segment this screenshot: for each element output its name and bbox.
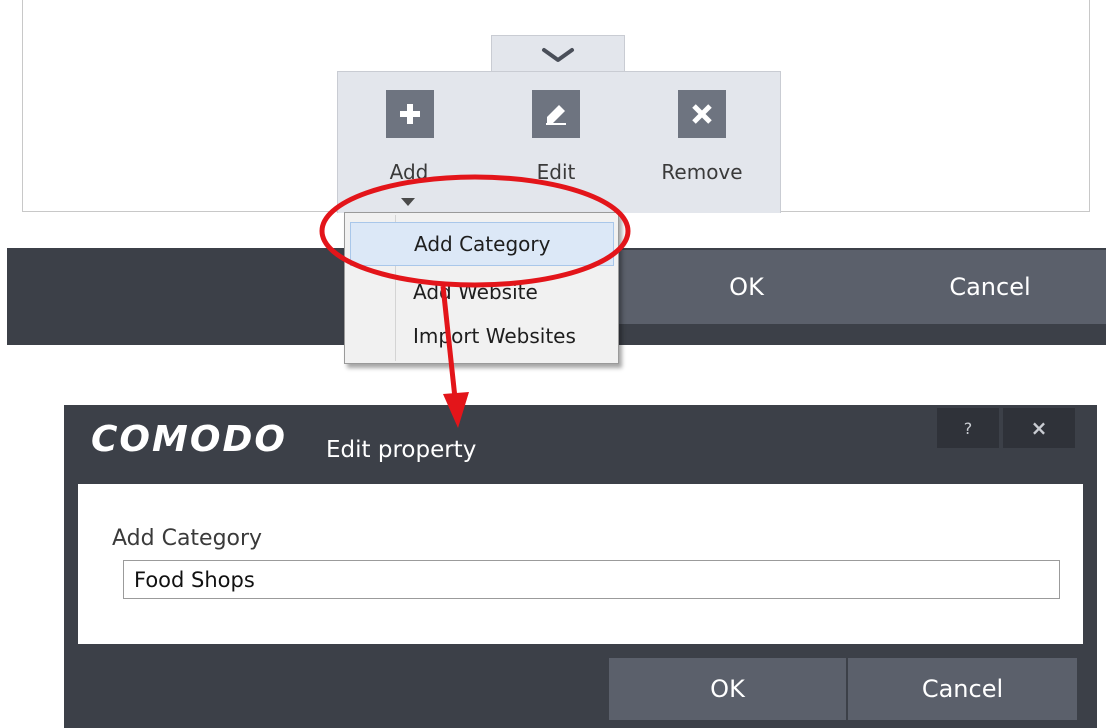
arrow-head-icon: [443, 392, 469, 428]
annotation-overlay: [319, 174, 631, 428]
highlight-ellipse: [319, 174, 631, 288]
annotation-arrow-line: [440, 285, 458, 399]
